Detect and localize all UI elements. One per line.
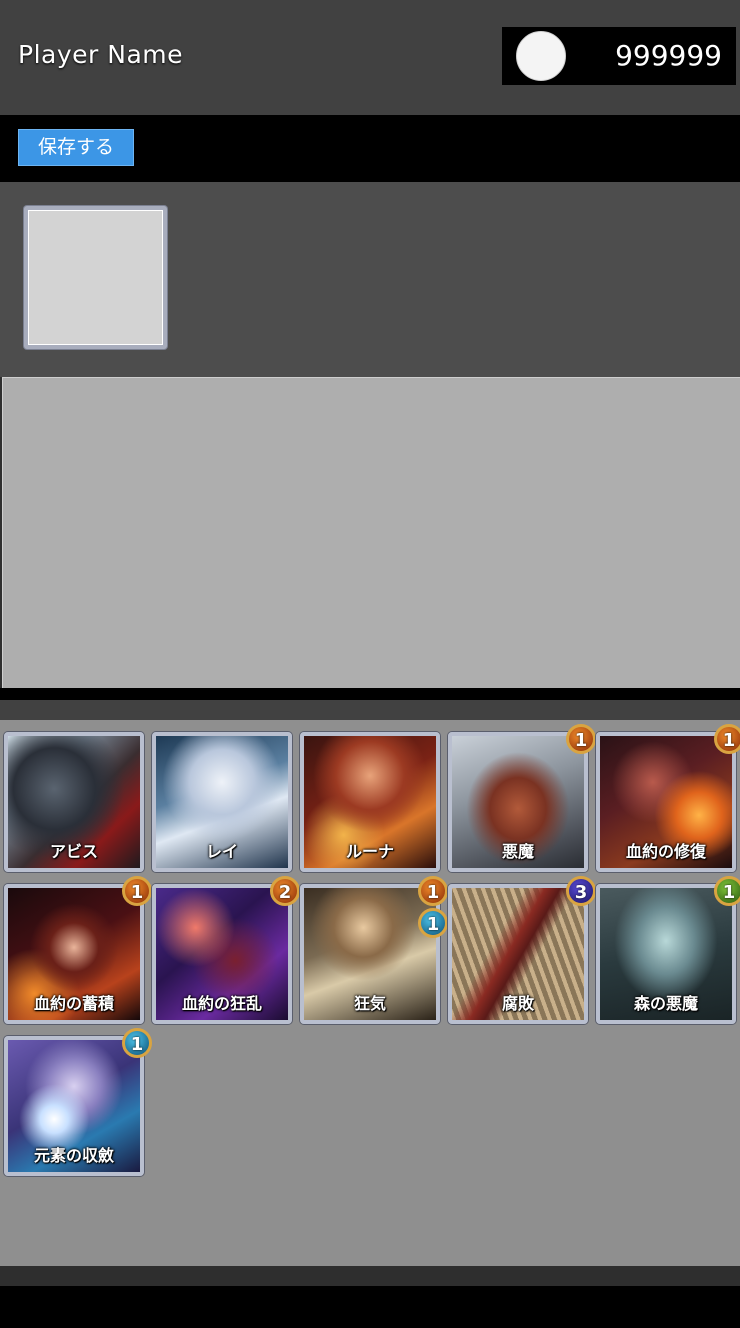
footer-bar: [0, 1286, 740, 1328]
footer-divider: [0, 1266, 740, 1286]
currency-display: 999999: [502, 27, 736, 85]
header-bar: Player Name 999999: [0, 0, 740, 115]
cost-badge: 1: [122, 876, 152, 906]
card-name: 狂気: [353, 994, 386, 1013]
coin-icon: [516, 31, 566, 81]
cost-badge: 1: [418, 908, 448, 938]
card-name: 森の悪魔: [633, 994, 698, 1013]
card-name: アビス: [49, 842, 98, 861]
cost-badge: 1: [122, 1028, 152, 1058]
card-name: 悪魔: [501, 842, 534, 861]
card-name: レイ: [205, 842, 238, 861]
card-blood-pact-frenzy[interactable]: 血約の狂乱 2: [152, 876, 300, 1024]
cost-badge: 2: [270, 876, 300, 906]
toolbar: 保存する: [0, 115, 740, 182]
player-name: Player Name: [18, 40, 183, 69]
cost-badge: 1: [566, 724, 596, 754]
card-name: 元素の収斂: [33, 1146, 114, 1165]
divider: [0, 688, 740, 700]
card-luna[interactable]: ルーナ: [300, 732, 440, 872]
card-name: ルーナ: [345, 842, 394, 861]
card-elemental-convergence[interactable]: 元素の収斂 1: [4, 1028, 152, 1176]
card-detail-panel: [2, 377, 740, 688]
card-forest-demon[interactable]: 森の悪魔 1: [596, 876, 740, 1024]
card-madness[interactable]: 狂気 1 1: [300, 876, 448, 1024]
cost-badge: 1: [714, 876, 740, 906]
cost-badge: 3: [566, 876, 596, 906]
selected-card-area: [0, 182, 740, 377]
currency-amount: 999999: [615, 39, 722, 72]
card-blood-pact-repair[interactable]: 血約の修復 1: [596, 724, 740, 872]
card-collection: アビス レイ ルーナ 悪魔 1 血約の修復 1 血約の蓄積 1 血約の狂乱 2 …: [0, 720, 740, 1266]
card-name: 血約の修復: [625, 842, 706, 861]
card-name: 腐敗: [501, 994, 534, 1013]
save-button[interactable]: 保存する: [18, 129, 134, 166]
card-akuma[interactable]: 悪魔 1: [448, 724, 596, 872]
cost-badge: 1: [418, 876, 448, 906]
cost-badge: 1: [714, 724, 740, 754]
card-rei[interactable]: レイ: [152, 732, 292, 872]
card-name: 血約の狂乱: [181, 994, 262, 1013]
card-abyss[interactable]: アビス: [4, 732, 144, 872]
card-decay[interactable]: 腐敗 3: [448, 876, 596, 1024]
card-blood-pact-accumulation[interactable]: 血約の蓄積 1: [4, 876, 152, 1024]
divider: [0, 700, 740, 720]
card-name: 血約の蓄積: [33, 994, 114, 1013]
card-slot[interactable]: [24, 206, 167, 349]
